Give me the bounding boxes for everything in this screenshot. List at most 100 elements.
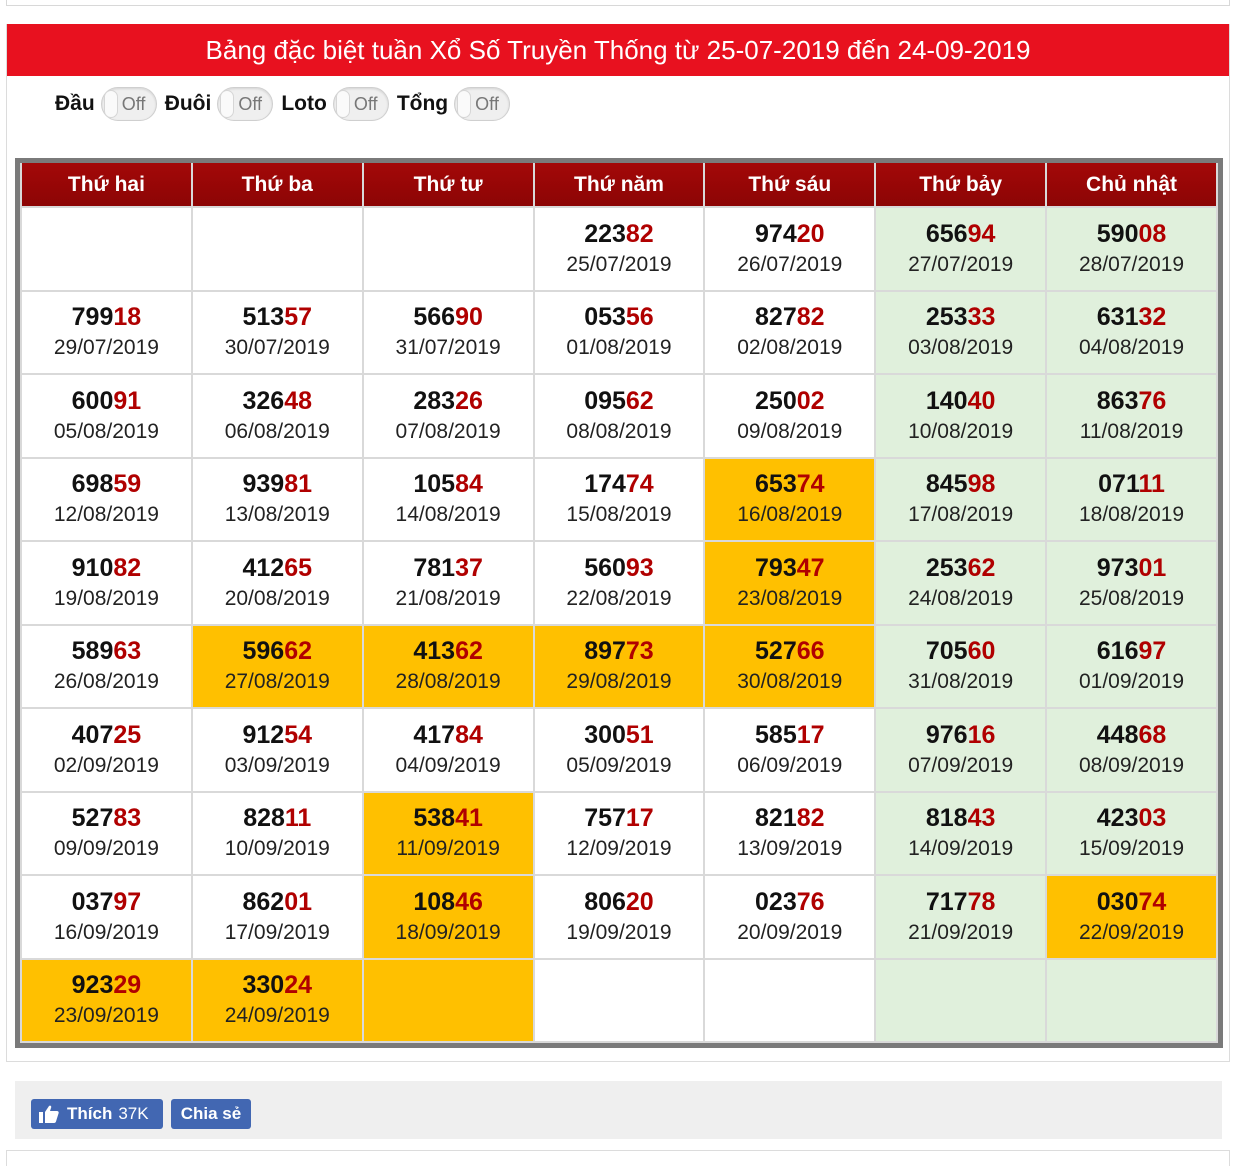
toggle-label-loto: Loto xyxy=(281,92,327,115)
result-date: 19/09/2019 xyxy=(566,920,672,944)
number-tail: 66 xyxy=(796,637,825,666)
result-number: 82782 xyxy=(705,301,874,333)
result-cell: 03074 22/09/2019 xyxy=(1045,874,1218,960)
number-tail: 43 xyxy=(967,804,996,833)
number-tail: 24 xyxy=(284,971,313,1000)
result-number: 92329 xyxy=(22,969,191,1001)
result-date: 11/08/2019 xyxy=(1079,419,1184,443)
result-cell: 17474 15/08/2019 xyxy=(532,456,706,542)
tong-toggle[interactable]: Off xyxy=(454,87,511,121)
header-friday: Thứ sáu xyxy=(703,163,877,208)
table-row: 52783 09/09/2019 82811 10/09/2019 53841 11/09… xyxy=(20,790,1218,876)
result-number: 25002 xyxy=(705,385,874,417)
dau-toggle[interactable]: Off xyxy=(100,87,157,121)
number-head: 417 xyxy=(413,720,456,749)
duoi-toggle[interactable]: Off xyxy=(217,87,274,121)
result-cell: 82182 13/09/2019 xyxy=(703,790,877,876)
number-tail: 25 xyxy=(113,720,142,749)
result-cell: 82811 10/09/2019 xyxy=(190,790,364,876)
result-date: 14/08/2019 xyxy=(395,503,501,527)
result-number: 05356 xyxy=(535,301,704,333)
result-date: 16/09/2019 xyxy=(53,920,159,944)
result-date: 07/08/2019 xyxy=(395,419,501,443)
number-head: 037 xyxy=(71,887,114,916)
result-number: 71778 xyxy=(876,886,1045,918)
result-number: 32648 xyxy=(193,385,362,417)
result-cell: 32648 06/08/2019 xyxy=(190,373,364,459)
header-monday: Thứ hai xyxy=(20,163,193,208)
result-cell: 28326 07/08/2019 xyxy=(361,373,535,459)
number-tail: 76 xyxy=(796,887,825,916)
result-cell: 69859 12/08/2019 xyxy=(20,456,193,542)
number-head: 413 xyxy=(413,637,456,666)
result-cell: 71778 21/09/2019 xyxy=(874,874,1048,960)
result-number: 52766 xyxy=(705,635,874,667)
number-head: 407 xyxy=(71,720,114,749)
result-number: 52783 xyxy=(22,802,191,834)
result-number: 41265 xyxy=(193,552,362,584)
result-number: 28326 xyxy=(364,385,533,417)
table-row: 79918 29/07/2019 51357 30/07/2019 56690 31/07… xyxy=(20,289,1218,375)
result-number: 25362 xyxy=(876,552,1045,584)
number-head: 845 xyxy=(925,470,968,499)
number-head: 821 xyxy=(755,804,797,833)
result-cell: 79918 29/07/2019 xyxy=(20,289,193,375)
result-cell: 52783 09/09/2019 xyxy=(20,790,193,876)
number-tail: 91 xyxy=(113,386,142,415)
result-cell: 86201 17/09/2019 xyxy=(190,874,364,960)
like-button[interactable]: Thích 37K xyxy=(31,1099,163,1129)
result-date: 31/07/2019 xyxy=(395,336,501,360)
number-tail: 17 xyxy=(796,720,825,749)
number-tail: 98 xyxy=(967,470,996,499)
loto-toggle[interactable]: Off xyxy=(332,87,389,121)
result-cell: 65374 16/08/2019 xyxy=(703,456,877,542)
result-number: 65694 xyxy=(876,218,1045,250)
number-tail: 20 xyxy=(796,219,825,248)
result-date: 27/07/2019 xyxy=(908,252,1014,276)
number-tail: 01 xyxy=(1138,553,1167,582)
result-number: 81843 xyxy=(876,802,1045,834)
number-head: 108 xyxy=(413,887,456,916)
result-date: 13/08/2019 xyxy=(224,503,330,527)
number-tail: 82 xyxy=(796,303,825,332)
result-cell: 92329 23/09/2019 xyxy=(20,957,193,1043)
table-row: 91082 19/08/2019 41265 20/08/2019 78137 21/08… xyxy=(20,540,1218,626)
number-head: 448 xyxy=(1096,720,1139,749)
number-tail: 54 xyxy=(284,720,313,749)
number-head: 793 xyxy=(755,553,797,582)
result-number: 84598 xyxy=(876,468,1045,500)
result-number: 63132 xyxy=(1047,301,1216,333)
result-cell: 07111 18/08/2019 xyxy=(1045,456,1218,542)
result-date: 13/09/2019 xyxy=(737,837,843,861)
result-cell: 82782 02/08/2019 xyxy=(703,289,877,375)
result-number: 41362 xyxy=(364,635,533,667)
number-head: 828 xyxy=(243,804,285,833)
result-cell xyxy=(361,957,535,1043)
result-date: 20/08/2019 xyxy=(224,586,330,610)
number-tail: 11 xyxy=(284,804,312,833)
result-cell: 56690 31/07/2019 xyxy=(361,289,535,375)
result-cell: 61697 01/09/2019 xyxy=(1045,623,1218,709)
share-button[interactable]: Chia sẻ xyxy=(171,1099,251,1129)
page-title: Bảng đặc biệt tuần Xổ Số Truyền Thống từ… xyxy=(7,24,1229,76)
result-number: 03797 xyxy=(22,886,191,918)
number-tail: 82 xyxy=(113,553,142,582)
result-cell: 59662 27/08/2019 xyxy=(190,623,364,709)
result-number: 69859 xyxy=(22,468,191,500)
result-date: 16/08/2019 xyxy=(737,503,843,527)
social-footer: Thích 37K Chia sẻ xyxy=(15,1081,1222,1139)
result-number: 70560 xyxy=(876,635,1045,667)
result-cell: 84598 17/08/2019 xyxy=(874,456,1048,542)
number-head: 223 xyxy=(584,219,626,248)
result-number: 42303 xyxy=(1047,802,1216,834)
result-cell: 25362 24/08/2019 xyxy=(874,540,1048,626)
number-head: 527 xyxy=(755,637,797,666)
number-head: 862 xyxy=(242,887,285,916)
result-number: 30051 xyxy=(535,719,704,751)
result-date: 06/09/2019 xyxy=(737,753,843,777)
result-number: 97616 xyxy=(876,719,1045,751)
number-head: 423 xyxy=(1096,804,1139,833)
number-tail: 84 xyxy=(455,720,483,749)
result-cell: 63132 04/08/2019 xyxy=(1045,289,1218,375)
result-date: 28/08/2019 xyxy=(395,670,501,694)
